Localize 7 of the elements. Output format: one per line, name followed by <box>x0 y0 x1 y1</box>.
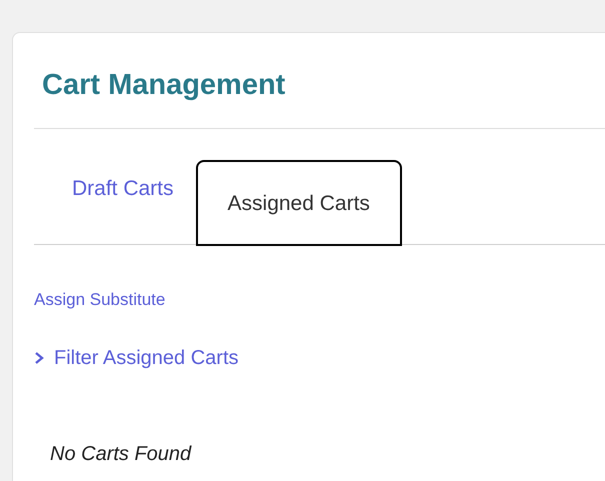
tab[interactable]: Draft Carts <box>50 160 196 244</box>
assign-substitute-link[interactable]: Assign Substitute <box>34 287 166 313</box>
chevron-right-icon <box>34 352 44 364</box>
filter-toggle-link[interactable]: Filter Assigned Carts <box>34 342 239 373</box>
empty-message: No Carts Found <box>49 442 193 467</box>
page-title: Cart Management <box>41 68 286 103</box>
tab[interactable]: Assigned Carts <box>196 160 402 246</box>
